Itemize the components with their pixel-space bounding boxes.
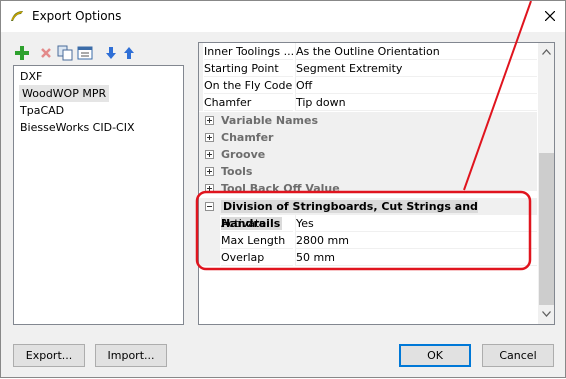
property-row[interactable]: Max Length 2800 mm <box>199 232 537 249</box>
move-up-icon <box>124 47 134 59</box>
property-name: Activate <box>221 215 293 232</box>
move-down-icon <box>106 47 116 59</box>
property-row[interactable]: Inner Toolings ... As the Outline Orient… <box>199 43 537 60</box>
scrollbar-thumb[interactable] <box>539 153 554 305</box>
property-value[interactable]: Off <box>295 77 537 94</box>
expand-icon[interactable] <box>205 133 214 142</box>
category-label: Chamfer <box>221 131 274 144</box>
property-row[interactable]: Chamfer Tip down <box>199 94 537 111</box>
scroll-up-icon[interactable] <box>542 49 551 55</box>
property-value[interactable]: As the Outline Orientation <box>295 43 537 60</box>
category-label: Tools <box>221 165 253 178</box>
add-icon <box>15 46 29 60</box>
property-row[interactable]: Starting Point Segment Extremity <box>199 60 537 77</box>
list-item-selected[interactable]: WoodWOP MPR <box>19 85 110 102</box>
expand-icon[interactable] <box>205 116 214 125</box>
row-gutter <box>199 215 220 232</box>
property-row[interactable]: Activate Yes <box>199 215 537 232</box>
row-gutter <box>199 60 203 77</box>
export-button[interactable]: Export... <box>13 344 85 367</box>
delete-icon <box>41 48 51 58</box>
expand-icon[interactable] <box>205 184 214 191</box>
property-row[interactable]: Overlap 50 mm <box>199 249 537 266</box>
expand-icon[interactable] <box>205 167 214 176</box>
properties-button[interactable] <box>77 45 93 61</box>
property-value[interactable]: 50 mm <box>295 249 537 266</box>
property-name: Overlap <box>221 249 293 266</box>
row-gutter <box>199 249 220 266</box>
delete-button[interactable] <box>38 45 54 61</box>
property-value[interactable]: Segment Extremity <box>295 60 537 77</box>
property-name: Chamfer <box>204 94 293 111</box>
property-name: Inner Toolings ... <box>204 45 293 60</box>
title-bar: Export Options <box>1 1 565 32</box>
category-label: Variable Names <box>221 114 318 127</box>
window-title: Export Options <box>32 9 122 23</box>
import-button[interactable]: Import... <box>95 344 167 367</box>
row-gutter <box>199 43 203 60</box>
app-icon <box>11 11 23 21</box>
category-row[interactable]: Chamfer <box>199 129 537 146</box>
list-item[interactable]: TpaCAD <box>20 102 64 119</box>
property-grid[interactable]: Inner Toolings ... As the Outline Orient… <box>198 42 555 325</box>
category-label: Tool Back Off Value <box>221 182 340 191</box>
category-row[interactable]: Tool Back Off Value <box>199 180 537 191</box>
move-down-button[interactable] <box>103 45 119 61</box>
property-name: Starting Point <box>204 60 293 77</box>
category-row[interactable]: Groove <box>199 146 537 163</box>
close-button[interactable] <box>536 5 564 27</box>
property-value[interactable]: 2800 mm <box>295 232 537 249</box>
property-name: On the Fly Code <box>204 79 293 94</box>
collapse-icon[interactable] <box>205 202 214 211</box>
row-gutter <box>199 94 203 111</box>
close-icon <box>545 11 555 21</box>
category-row-expanded[interactable]: Division of Stringboards, Cut Strings an… <box>199 198 537 230</box>
format-list[interactable]: DXF WoodWOP MPR TpaCAD BiesseWorks CID-C… <box>13 65 184 325</box>
category-row[interactable]: Variable Names <box>199 112 537 129</box>
add-button[interactable] <box>14 45 30 61</box>
cancel-button[interactable]: Cancel <box>482 344 554 367</box>
category-label: Groove <box>221 148 266 161</box>
export-options-dialog: Export Options DXF WoodWOP MPR TpaCAD Bi… <box>0 0 566 378</box>
copy-icon <box>57 45 73 61</box>
property-row[interactable]: On the Fly Code Off <box>199 77 537 94</box>
scroll-down-icon[interactable] <box>542 311 551 317</box>
list-item[interactable]: BiesseWorks CID-CIX <box>20 119 135 136</box>
copy-button[interactable] <box>57 45 73 61</box>
expand-icon[interactable] <box>205 150 214 159</box>
ok-button[interactable]: OK <box>399 344 471 367</box>
properties-icon <box>77 46 93 60</box>
row-gutter <box>199 77 203 94</box>
vertical-scrollbar[interactable] <box>538 43 554 324</box>
list-item[interactable]: DXF <box>20 68 42 85</box>
property-name: Max Length <box>221 232 293 249</box>
property-value[interactable]: Yes <box>295 215 537 232</box>
category-row[interactable]: Tools <box>199 163 537 180</box>
row-gutter <box>199 232 220 249</box>
property-value[interactable]: Tip down <box>295 94 537 111</box>
move-up-button[interactable] <box>121 45 137 61</box>
